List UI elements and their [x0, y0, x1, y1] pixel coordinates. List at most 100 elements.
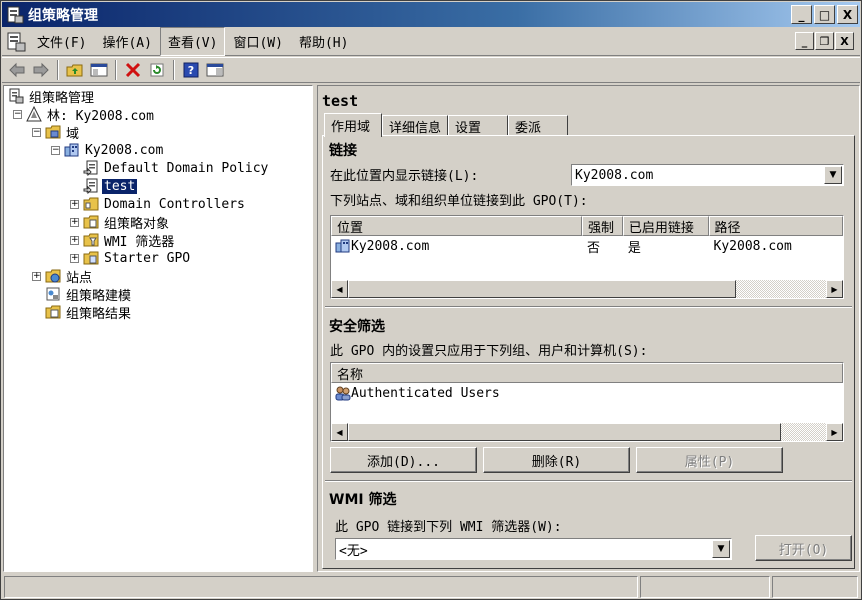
delete-icon[interactable]: [122, 59, 144, 81]
show-hide-tree-icon[interactable]: [88, 59, 110, 81]
col-name[interactable]: 名称: [331, 363, 843, 383]
wmi-filter-dropdown[interactable]: <无> ▼: [335, 538, 732, 560]
expand-starter-gpo-toggle[interactable]: +: [70, 254, 79, 263]
tab-details[interactable]: 详细信息: [382, 115, 448, 136]
close-button[interactable]: X: [837, 5, 858, 24]
expand-wmi-toggle[interactable]: +: [70, 236, 79, 245]
toolbar: ?: [2, 57, 860, 83]
back-icon[interactable]: [6, 59, 28, 81]
tree-node-domains[interactable]: 域: [45, 123, 81, 142]
details-pane: test 作用域 详细信息 设置 委派 链接 在此位置内显示链接(L): Ky2…: [317, 85, 860, 572]
wmi-filter-value: <无>: [339, 543, 368, 559]
links-list[interactable]: 位置 强制 已启用链接 路径 Ky2008.com 否 是 Ky2008.com…: [330, 215, 844, 299]
link-path: Ky2008.com: [713, 238, 792, 254]
gpo-link-icon: [83, 178, 98, 194]
table-row[interactable]: Authenticated Users: [331, 383, 843, 403]
tree-node-results[interactable]: 组策略结果: [45, 303, 133, 322]
col-link-enabled[interactable]: 已启用链接: [622, 216, 709, 236]
maximize-button[interactable]: □: [814, 5, 835, 24]
tree-node-starter-gpo[interactable]: Starter GPO: [83, 249, 192, 267]
tree-label-sites: 站点: [66, 270, 93, 286]
gpmc-node-icon: [9, 88, 24, 104]
collapse-domains-toggle[interactable]: −: [32, 128, 41, 137]
tree-label-starter-gpo: Starter GPO: [104, 250, 191, 266]
remove-button[interactable]: 删除(R): [483, 447, 630, 473]
refresh-icon[interactable]: [146, 59, 168, 81]
tab-delegation[interactable]: 委派: [508, 115, 568, 136]
menu-view[interactable]: 查看(V): [159, 27, 226, 56]
security-list[interactable]: 名称 Authenticated Users ◀ ▶: [330, 362, 844, 442]
tree-node-default-domain-policy[interactable]: Default Domain Policy: [83, 159, 270, 177]
security-hscrollbar[interactable]: ◀ ▶: [331, 423, 843, 441]
up-folder-icon[interactable]: [64, 59, 86, 81]
tree-label-results: 组策略结果: [66, 306, 132, 322]
child-close-button[interactable]: X: [835, 32, 854, 50]
expand-sites-toggle[interactable]: +: [32, 272, 41, 281]
scroll-track[interactable]: [348, 280, 826, 298]
col-path[interactable]: 路径: [708, 216, 843, 236]
col-enforced[interactable]: 强制: [581, 216, 623, 236]
forward-icon[interactable]: [30, 59, 52, 81]
title-bar[interactable]: 组策略管理 _ □ X: [2, 2, 860, 27]
scroll-right-button[interactable]: ▶: [826, 280, 843, 298]
tree-node-domain[interactable]: Ky2008.com: [64, 141, 165, 159]
collapse-forest-toggle[interactable]: −: [13, 110, 22, 119]
toolbar-separator: [173, 60, 175, 80]
expand-dc-toggle[interactable]: +: [70, 200, 79, 209]
security-list-header: 名称: [331, 363, 843, 383]
starter-gpo-folder-icon: [83, 251, 99, 265]
open-button[interactable]: 打开(O): [755, 535, 852, 561]
menu-action[interactable]: 操作(A): [94, 27, 159, 56]
tree-node-test[interactable]: test: [83, 177, 138, 195]
menu-help[interactable]: 帮助(H): [291, 27, 356, 56]
show-action-pane-icon[interactable]: [204, 59, 226, 81]
links-hscrollbar[interactable]: ◀ ▶: [331, 280, 843, 298]
tab-strip: 作用域 详细信息 设置 委派: [324, 112, 568, 137]
tree-label-default-domain-policy: Default Domain Policy: [104, 160, 269, 176]
minimize-button[interactable]: _: [791, 5, 812, 24]
sites-icon: [45, 269, 61, 283]
tree-node-sites[interactable]: 站点: [45, 267, 94, 286]
dropdown-arrow-icon[interactable]: ▼: [824, 166, 842, 184]
tab-scope[interactable]: 作用域: [324, 113, 382, 137]
properties-button[interactable]: 属性(P): [636, 447, 783, 473]
tree-label-test: test: [102, 178, 138, 194]
domain-icon: [335, 239, 350, 253]
tree-node-root[interactable]: 组策略管理: [8, 87, 96, 106]
menu-file[interactable]: 文件(F): [29, 27, 94, 56]
tree-node-wmi-filters[interactable]: WMI 筛选器: [83, 231, 176, 250]
link-enabled: 是: [627, 240, 641, 256]
tree-label-domain-controllers: Domain Controllers: [104, 196, 245, 212]
add-button[interactable]: 添加(D)...: [330, 447, 477, 473]
console-icon[interactable]: [5, 31, 27, 53]
help-icon[interactable]: ?: [180, 59, 202, 81]
scroll-thumb[interactable]: [348, 423, 781, 441]
collapse-domain-toggle[interactable]: −: [51, 146, 60, 155]
expand-gpo-objects-toggle[interactable]: +: [70, 218, 79, 227]
child-minimize-button[interactable]: _: [795, 32, 814, 50]
tree-label-modeling: 组策略建模: [66, 288, 132, 304]
tree-node-forest[interactable]: 林: Ky2008.com: [26, 105, 156, 124]
scroll-track[interactable]: [348, 423, 826, 441]
table-row[interactable]: Ky2008.com 否 是 Ky2008.com: [331, 236, 843, 256]
tree-node-domain-controllers[interactable]: Domain Controllers: [83, 195, 247, 213]
scroll-left-button[interactable]: ◀: [331, 280, 348, 298]
gpo-title: test: [322, 92, 359, 110]
link-location: Ky2008.com: [351, 238, 430, 254]
tab-settings[interactable]: 设置: [448, 115, 508, 136]
col-location[interactable]: 位置: [331, 216, 582, 236]
child-restore-button[interactable]: ❐: [815, 32, 834, 50]
section-divider: [325, 480, 852, 482]
security-heading: 安全筛选: [329, 319, 385, 335]
scroll-thumb[interactable]: [348, 280, 736, 298]
status-pane-2: [640, 576, 770, 598]
location-dropdown[interactable]: Ky2008.com ▼: [571, 164, 844, 186]
domain-icon: [64, 143, 79, 157]
scroll-right-button[interactable]: ▶: [826, 423, 843, 441]
menu-window[interactable]: 窗口(W): [225, 27, 290, 56]
toolbar-separator: [57, 60, 59, 80]
tree-node-modeling[interactable]: 组策略建模: [45, 285, 133, 304]
scroll-left-button[interactable]: ◀: [331, 423, 348, 441]
dropdown-arrow-icon[interactable]: ▼: [712, 540, 730, 558]
tree-node-gpo-objects[interactable]: 组策略对象: [83, 213, 171, 232]
